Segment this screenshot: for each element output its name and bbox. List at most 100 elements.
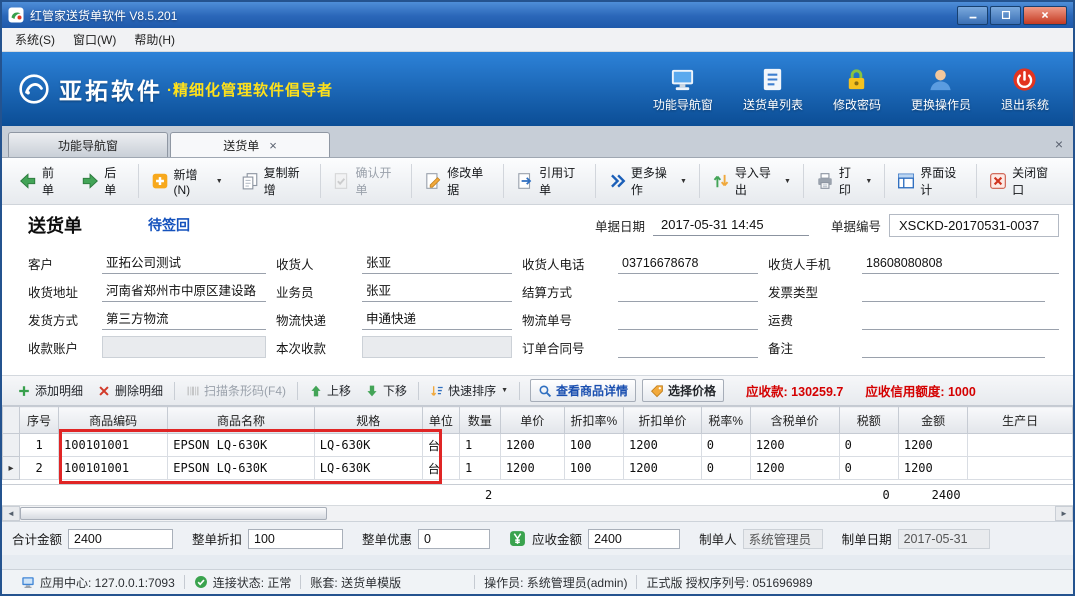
field-freight[interactable]: [862, 309, 1059, 330]
detail-button-up[interactable]: 上移: [302, 380, 358, 401]
detail-button-sort[interactable]: 快速排序▼: [423, 380, 515, 401]
column-header-11[interactable]: 税额: [839, 407, 898, 434]
field-customer[interactable]: 亚拓公司测试: [102, 253, 266, 274]
detail-button-search[interactable]: 查看商品详情: [530, 379, 636, 402]
column-header-8[interactable]: 折扣单价: [623, 407, 701, 434]
cell-r0c10[interactable]: 1200: [750, 434, 839, 457]
column-header-9[interactable]: 税率%: [701, 407, 750, 434]
cell-r0c1[interactable]: 100101001: [59, 434, 168, 457]
detail-button-remove[interactable]: 删除明细: [90, 380, 170, 401]
footer-field-total-amount[interactable]: 2400: [68, 529, 173, 549]
menu-item-0[interactable]: 系统(S): [6, 28, 64, 51]
minimize-button[interactable]: [957, 6, 988, 25]
field-consignee[interactable]: 张亚: [362, 253, 512, 274]
cell-r0c6[interactable]: 1200: [500, 434, 564, 457]
cell-r0c4[interactable]: 台: [422, 434, 459, 457]
menu-item-1[interactable]: 窗口(W): [64, 28, 125, 51]
column-header-4[interactable]: 单位: [422, 407, 459, 434]
footer-field-doc-reduction[interactable]: 0: [418, 529, 490, 549]
toolbar-button-confirm[interactable]: 确认开单: [323, 158, 408, 204]
cell-r0c5[interactable]: 1: [459, 434, 500, 457]
column-header-7[interactable]: 折扣率%: [564, 407, 623, 434]
cell-r0c12[interactable]: 1200: [898, 434, 968, 457]
menu-item-2[interactable]: 帮助(H): [125, 28, 184, 51]
toolbar-button-edit[interactable]: 修改单据: [415, 158, 500, 204]
column-header-6[interactable]: 单价: [500, 407, 564, 434]
cell-r1c8[interactable]: 1200: [623, 457, 701, 480]
close-button[interactable]: [1023, 6, 1067, 25]
banner-button-power[interactable]: 退出系统: [1001, 66, 1049, 113]
banner-button-list[interactable]: 送货单列表: [743, 66, 803, 113]
column-header-3[interactable]: 规格: [314, 407, 422, 434]
cell-r1c11[interactable]: 0: [839, 457, 898, 480]
column-header-2[interactable]: 商品名称: [168, 407, 315, 434]
banner-button-monitor[interactable]: 功能导航窗: [653, 66, 713, 113]
scroll-thumb[interactable]: [20, 507, 327, 520]
titlebar[interactable]: 红管家送货单软件 V8.5.201: [2, 2, 1073, 28]
toolbar-button-more[interactable]: 更多操作▼: [599, 158, 696, 204]
maximize-button[interactable]: [990, 6, 1021, 25]
cell-r1c13[interactable]: [968, 457, 1073, 480]
field-delivery-method[interactable]: 第三方物流: [102, 309, 266, 330]
field-consignee-phone[interactable]: 03716678678: [618, 253, 758, 274]
cell-r1c5[interactable]: 1: [459, 457, 500, 480]
cell-r0c13[interactable]: [968, 434, 1073, 457]
field-settlement-method[interactable]: [618, 281, 758, 302]
column-header-10[interactable]: 含税单价: [750, 407, 839, 434]
column-header-5[interactable]: 数量: [459, 407, 500, 434]
detail-button-tag[interactable]: 选择价格: [642, 379, 724, 402]
cell-r1c1[interactable]: 100101001: [59, 457, 168, 480]
scroll-left-icon[interactable]: ◄: [2, 506, 20, 521]
cell-r0c11[interactable]: 0: [839, 434, 898, 457]
cell-r1c0[interactable]: 2: [20, 457, 59, 480]
cell-r0c9[interactable]: 0: [701, 434, 750, 457]
tab-close-icon[interactable]: ×: [269, 139, 277, 152]
footer-field-doc-discount[interactable]: 100: [248, 529, 343, 549]
toolbar-button-copy[interactable]: 复制新增: [232, 158, 317, 204]
tabbar-close-button[interactable]: ×: [1049, 136, 1069, 152]
field-invoice-type[interactable]: [862, 281, 1045, 302]
field-salesman[interactable]: 张亚: [362, 281, 512, 302]
cell-r1c3[interactable]: LQ-630K: [314, 457, 422, 480]
field-consignee-mobile[interactable]: 18608080808: [862, 253, 1059, 274]
banner-button-user[interactable]: 更换操作员: [911, 66, 971, 113]
tab-0[interactable]: 功能导航窗: [8, 132, 168, 157]
toolbar-button-print[interactable]: 打印▼: [807, 158, 881, 204]
detail-button-add[interactable]: 添加明细: [10, 380, 90, 401]
cell-r0c0[interactable]: 1: [20, 434, 59, 457]
cell-r0c7[interactable]: 100: [564, 434, 623, 457]
cell-r1c12[interactable]: 1200: [898, 457, 968, 480]
cell-r1c10[interactable]: 1200: [750, 457, 839, 480]
toolbar-button-quote[interactable]: 引用订单: [507, 158, 592, 204]
cell-r1c6[interactable]: 1200: [500, 457, 564, 480]
column-header-0[interactable]: 序号: [20, 407, 59, 434]
column-header-1[interactable]: 商品编码: [59, 407, 168, 434]
column-header-12[interactable]: 金额: [898, 407, 968, 434]
doc-number-value[interactable]: XSCKD-20170531-0037: [889, 214, 1059, 237]
doc-date-value[interactable]: 2017-05-31 14:45: [653, 215, 809, 236]
toolbar-button-arrow-left[interactable]: 前单: [10, 158, 72, 204]
row-indicator[interactable]: [3, 434, 20, 457]
cell-r0c8[interactable]: 1200: [623, 434, 701, 457]
toolbar-button-design[interactable]: 界面设计: [888, 158, 973, 204]
cell-r1c4[interactable]: 台: [422, 457, 459, 480]
banner-button-lock[interactable]: 修改密码: [833, 66, 881, 113]
row-indicator[interactable]: ▸: [3, 457, 20, 480]
scroll-right-icon[interactable]: ►: [1055, 506, 1073, 521]
cell-r1c2[interactable]: EPSON LQ-630K: [168, 457, 315, 480]
scroll-track[interactable]: [327, 506, 1055, 521]
field-order-contract-no[interactable]: [618, 337, 758, 358]
toolbar-button-arrow-right[interactable]: 后单: [72, 158, 134, 204]
detail-button-barcode[interactable]: 扫描条形码(F4): [179, 380, 293, 401]
toolbar-button-impexp[interactable]: 导入导出▼: [703, 158, 800, 204]
detail-button-down[interactable]: 下移: [358, 380, 414, 401]
cell-r1c7[interactable]: 100: [564, 457, 623, 480]
toolbar-button-new[interactable]: 新增(N)▼: [142, 160, 232, 203]
cell-r0c2[interactable]: EPSON LQ-630K: [168, 434, 315, 457]
column-header-13[interactable]: 生产日: [968, 407, 1073, 434]
toolbar-button-closewin[interactable]: 关闭窗口: [980, 158, 1065, 204]
field-address[interactable]: 河南省郑州市中原区建设路: [102, 281, 266, 302]
field-logistics-no[interactable]: [618, 309, 758, 330]
footer-field-receivable-amount[interactable]: 2400: [588, 529, 680, 549]
field-logistics-express[interactable]: 申通快递: [362, 309, 512, 330]
